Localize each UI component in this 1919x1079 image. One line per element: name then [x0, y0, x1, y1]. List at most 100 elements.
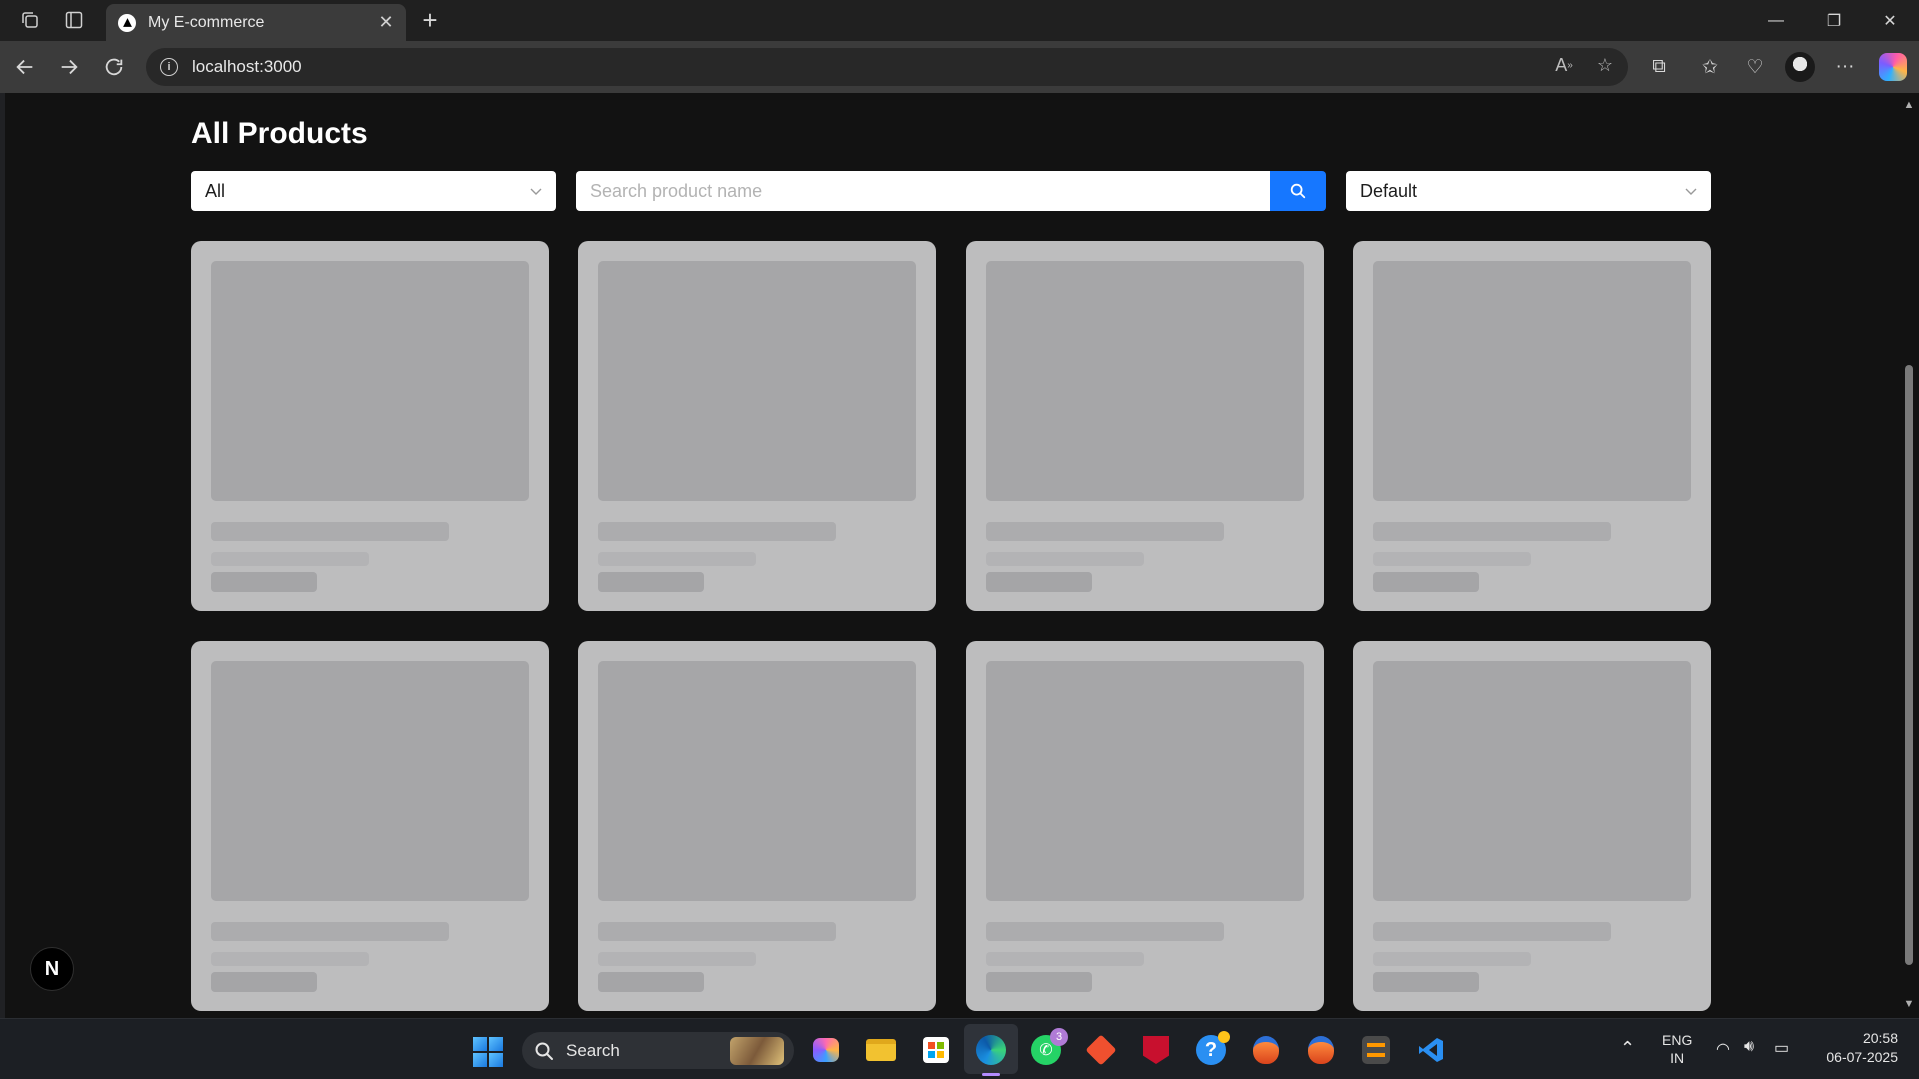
vscode-icon[interactable] — [1413, 1032, 1449, 1068]
sort-select-value: Default — [1360, 180, 1418, 201]
reload-button[interactable] — [97, 51, 131, 83]
chevron-down-icon — [530, 188, 542, 195]
profile-avatar[interactable] — [1785, 52, 1815, 82]
price-skeleton — [598, 972, 704, 992]
new-tab-button[interactable]: + — [414, 5, 446, 35]
clock[interactable]: 20:58 06-07-2025 — [1814, 1029, 1898, 1067]
file-explorer-icon[interactable] — [863, 1032, 899, 1068]
browser-titlebar: My E-commerce ✕ + — ❐ ✕ — [0, 0, 1919, 41]
more-options-icon[interactable]: ··· — [1829, 51, 1861, 83]
minimize-button[interactable]: — — [1747, 0, 1805, 41]
subtitle-skeleton — [986, 552, 1144, 566]
copilot-icon[interactable] — [1879, 53, 1907, 81]
clock-time: 20:58 — [1862, 1030, 1898, 1046]
sort-select[interactable]: Default — [1346, 171, 1711, 211]
image-skeleton — [986, 261, 1304, 501]
product-card-skeleton — [191, 241, 549, 611]
favorite-star-icon[interactable]: ☆ — [1590, 50, 1620, 80]
product-card-skeleton — [1353, 241, 1711, 611]
price-skeleton — [211, 572, 317, 592]
restore-button[interactable]: ❐ — [1805, 0, 1863, 41]
address-url: localhost:3000 — [192, 57, 302, 76]
language-indicator[interactable]: ENG IN — [1662, 1031, 1692, 1067]
app-icon[interactable] — [1248, 1032, 1284, 1068]
site-info-icon[interactable]: i — [160, 58, 178, 76]
product-card-skeleton — [966, 241, 1324, 611]
category-select[interactable]: All — [191, 171, 556, 211]
title-skeleton — [1373, 522, 1611, 541]
page-viewport: All Products All Default N ▲ ▼ — [5, 93, 1919, 1018]
price-skeleton — [1373, 572, 1479, 592]
title-skeleton — [598, 522, 836, 541]
search-group — [576, 171, 1326, 211]
search-icon — [1290, 183, 1306, 199]
price-skeleton — [211, 972, 317, 992]
subtitle-skeleton — [986, 952, 1144, 966]
subtitle-skeleton — [211, 952, 369, 966]
nextjs-dev-indicator[interactable]: N — [30, 947, 74, 991]
image-skeleton — [598, 661, 916, 901]
browser-tab[interactable]: My E-commerce ✕ — [106, 4, 406, 41]
subtitle-skeleton — [598, 552, 756, 566]
workspaces-icon[interactable] — [13, 5, 47, 35]
edge-icon[interactable] — [973, 1032, 1009, 1068]
address-bar[interactable]: i localhost:3000 — [146, 48, 1628, 86]
subtitle-skeleton — [1373, 552, 1531, 566]
copilot-icon[interactable] — [808, 1032, 844, 1068]
price-skeleton — [598, 572, 704, 592]
start-button[interactable] — [473, 1037, 503, 1067]
chevron-down-icon — [1685, 188, 1697, 195]
product-card-skeleton — [578, 241, 936, 611]
title-skeleton — [1373, 922, 1611, 941]
title-skeleton — [211, 522, 449, 541]
close-window-button[interactable]: ✕ — [1861, 0, 1919, 41]
product-card-skeleton — [966, 641, 1324, 1011]
product-card-skeleton — [578, 641, 936, 1011]
image-skeleton — [986, 661, 1304, 901]
product-card-skeleton — [1353, 641, 1711, 1011]
language-code: ENG — [1662, 1032, 1693, 1048]
taskbar-search[interactable]: Search — [522, 1032, 794, 1069]
scroll-down-arrow-icon[interactable]: ▼ — [1903, 998, 1915, 1010]
price-skeleton — [1373, 972, 1479, 992]
sublime-icon[interactable] — [1358, 1032, 1394, 1068]
image-skeleton — [211, 661, 529, 901]
read-aloud-icon[interactable]: A» — [1549, 50, 1579, 80]
show-hidden-icons-chevron-icon[interactable]: ⌃ — [1620, 1038, 1635, 1059]
subtitle-skeleton — [1373, 952, 1531, 966]
help-icon[interactable]: ? — [1193, 1031, 1230, 1068]
title-skeleton — [598, 922, 836, 941]
nextjs-favicon-icon — [118, 13, 136, 32]
title-skeleton — [211, 922, 449, 941]
search-input[interactable] — [576, 171, 1270, 211]
scroll-up-arrow-icon[interactable]: ▲ — [1903, 99, 1915, 111]
microsoft-store-icon[interactable] — [918, 1032, 954, 1068]
browser-essentials-icon[interactable]: ♡ — [1739, 51, 1771, 83]
extensions-icon[interactable]: ⧉ — [1643, 51, 1675, 83]
back-button[interactable] — [8, 51, 42, 83]
wifi-icon[interactable]: ◠ — [1716, 1039, 1730, 1059]
volume-icon[interactable]: 🔊︎ — [1744, 1038, 1754, 1056]
notification-badge: 3 — [1050, 1028, 1068, 1046]
forward-button[interactable] — [52, 51, 86, 83]
git-icon[interactable] — [1083, 1032, 1119, 1068]
vertical-tabs-icon[interactable] — [57, 5, 91, 35]
title-skeleton — [986, 922, 1224, 941]
page-title: All Products — [191, 117, 368, 150]
favorites-icon[interactable]: ✩ — [1694, 51, 1726, 83]
mcafee-icon[interactable] — [1138, 1032, 1174, 1068]
price-skeleton — [986, 572, 1092, 592]
search-icon — [535, 1042, 553, 1060]
title-skeleton — [986, 522, 1224, 541]
whatsapp-icon[interactable]: ✆ 3 — [1028, 1028, 1068, 1068]
windows-taskbar: Search ✆ 3 ? ⌃ ENG IN ◠ 🔊︎ ▭ 20:58 06-07… — [0, 1018, 1919, 1079]
category-select-value: All — [205, 180, 226, 201]
battery-icon[interactable]: ▭ — [1774, 1038, 1789, 1058]
image-skeleton — [1373, 661, 1691, 901]
active-app-indicator — [982, 1073, 1000, 1076]
scrollbar-thumb[interactable] — [1905, 365, 1913, 965]
app-icon[interactable] — [1303, 1032, 1339, 1068]
tab-title: My E-commerce — [148, 13, 265, 31]
search-button[interactable] — [1270, 171, 1326, 211]
tab-close-icon[interactable]: ✕ — [376, 12, 396, 33]
